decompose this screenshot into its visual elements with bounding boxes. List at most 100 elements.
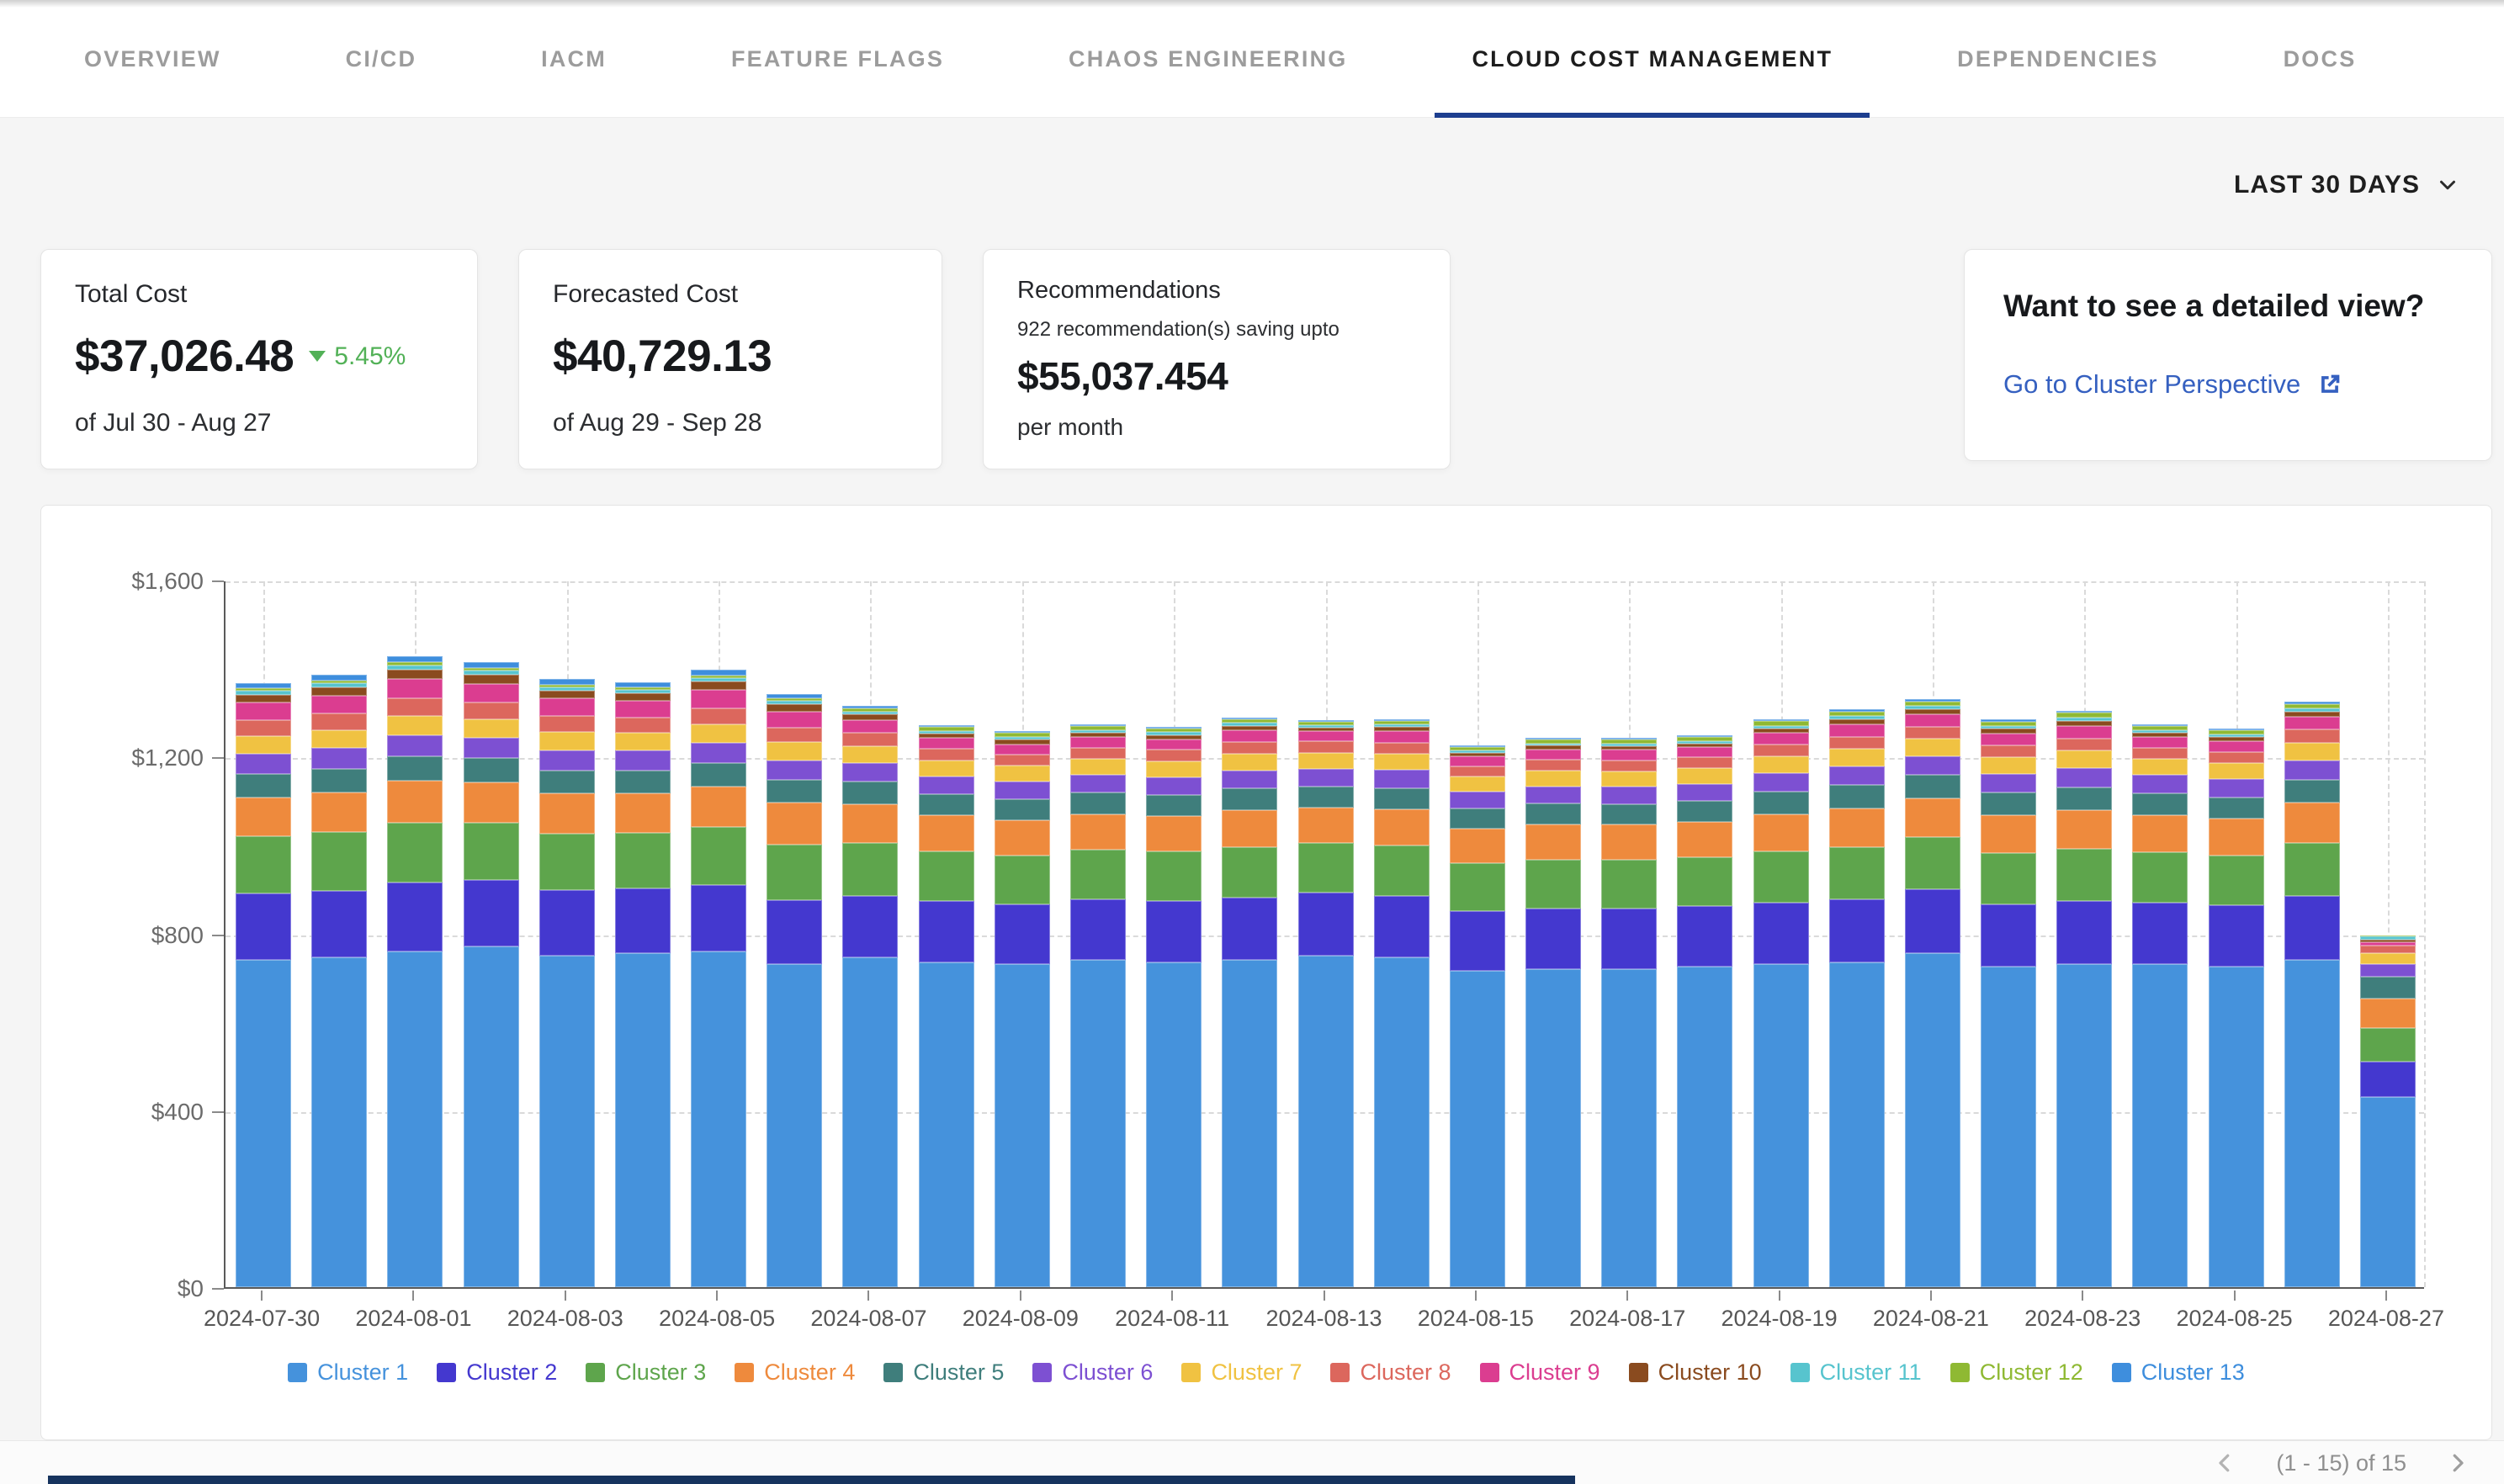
bar-segment-cluster-3 (1222, 847, 1277, 898)
legend-item-cluster-9[interactable]: Cluster 9 (1480, 1359, 1600, 1386)
legend-swatch (1032, 1363, 1052, 1382)
bar-segment-cluster-6 (311, 748, 367, 769)
x-axis-tick (716, 1291, 718, 1301)
bar-2024-08-02[interactable] (464, 662, 519, 1287)
time-range-dropdown[interactable]: LAST 30 DAYS (2234, 165, 2460, 205)
cluster-perspective-link[interactable]: Go to Cluster Perspective (2003, 369, 2453, 400)
legend-label: Cluster 7 (1211, 1359, 1302, 1386)
bar-segment-cluster-2 (236, 893, 291, 960)
bar-2024-08-26[interactable] (2284, 702, 2340, 1287)
bar-2024-08-12[interactable] (1222, 718, 1277, 1287)
bar-2024-08-11[interactable] (1146, 727, 1202, 1287)
bar-2024-08-20[interactable] (1829, 709, 1885, 1287)
bar-segment-cluster-2 (387, 882, 443, 951)
bar-segment-cluster-4 (1450, 829, 1505, 863)
bar-segment-cluster-4 (842, 804, 898, 843)
bar-2024-08-06[interactable] (767, 694, 822, 1287)
bar-segment-cluster-4 (464, 782, 519, 823)
bar-segment-cluster-4 (236, 798, 291, 836)
legend-swatch (735, 1363, 754, 1382)
tab-dependencies[interactable]: DEPENDENCIES (1920, 0, 2195, 118)
legend-item-cluster-4[interactable]: Cluster 4 (735, 1359, 855, 1386)
bar-segment-cluster-5 (1222, 788, 1277, 810)
bar-segment-cluster-4 (2056, 810, 2112, 849)
bar-2024-08-13[interactable] (1298, 720, 1354, 1287)
total-cost-period: of Jul 30 - Aug 27 (75, 409, 443, 437)
bar-segment-cluster-10 (387, 670, 443, 680)
legend-item-cluster-10[interactable]: Cluster 10 (1629, 1359, 1762, 1386)
legend-item-cluster-5[interactable]: Cluster 5 (883, 1359, 1004, 1386)
bar-2024-08-14[interactable] (1374, 719, 1430, 1287)
bar-2024-08-19[interactable] (1753, 719, 1809, 1287)
bar-segment-cluster-6 (1905, 756, 1960, 776)
bar-segment-cluster-3 (767, 845, 822, 900)
bar-segment-cluster-10 (767, 704, 822, 711)
pagination-prev-button[interactable] (2212, 1450, 2237, 1476)
bar-2024-08-10[interactable] (1070, 724, 1126, 1287)
legend-item-cluster-12[interactable]: Cluster 12 (1950, 1359, 2083, 1386)
bar-segment-cluster-8 (615, 718, 671, 733)
tab-overview[interactable]: OVERVIEW (47, 0, 258, 118)
bar-2024-08-08[interactable] (919, 725, 974, 1287)
x-axis-tick (2234, 1291, 2236, 1301)
legend-item-cluster-3[interactable]: Cluster 3 (586, 1359, 706, 1386)
bar-2024-08-22[interactable] (1981, 719, 2036, 1287)
bar-2024-08-27[interactable] (2360, 935, 2416, 1287)
total-cost-title: Total Cost (75, 280, 443, 309)
bar-segment-cluster-8 (919, 749, 974, 761)
tab-chaos-engineering[interactable]: CHAOS ENGINEERING (1032, 0, 1384, 118)
bar-segment-cluster-1 (1374, 957, 1430, 1287)
bar-2024-08-01[interactable] (387, 656, 443, 1288)
legend-item-cluster-7[interactable]: Cluster 7 (1181, 1359, 1302, 1386)
bar-segment-cluster-5 (236, 774, 291, 797)
bar-segment-cluster-3 (464, 823, 519, 880)
tab-docs[interactable]: DOCS (2247, 0, 2394, 118)
top-nav: OVERVIEW CI/CD IACM FEATURE FLAGS CHAOS ENGI… (0, 0, 2504, 118)
legend-item-cluster-13[interactable]: Cluster 13 (2112, 1359, 2245, 1386)
bar-segment-cluster-5 (464, 758, 519, 782)
total-cost-card: Total Cost $37,026.48 5.45% of Jul 30 - … (40, 249, 478, 469)
detail-view-card: Want to see a detailed view? Go to Clust… (1964, 249, 2492, 461)
x-axis-label: 2024-08-13 (1244, 1306, 1404, 1332)
bar-2024-08-23[interactable] (2056, 711, 2112, 1287)
bar-2024-08-09[interactable] (995, 731, 1050, 1287)
bar-segment-cluster-1 (1070, 960, 1126, 1287)
bar-2024-08-17[interactable] (1601, 738, 1657, 1287)
legend-item-cluster-11[interactable]: Cluster 11 (1790, 1359, 1922, 1386)
bar-2024-08-21[interactable] (1905, 699, 1960, 1287)
legend-item-cluster-1[interactable]: Cluster 1 (288, 1359, 408, 1386)
x-axis-tick (1626, 1291, 1628, 1301)
bar-segment-cluster-6 (1829, 766, 1885, 786)
bottom-scrollbar-thumb[interactable] (48, 1476, 1575, 1484)
legend-item-cluster-2[interactable]: Cluster 2 (437, 1359, 557, 1386)
tab-feature-flags[interactable]: FEATURE FLAGS (694, 0, 981, 118)
bar-segment-cluster-5 (1298, 787, 1354, 808)
bar-segment-cluster-6 (1298, 769, 1354, 787)
bar-2024-08-04[interactable] (615, 682, 671, 1287)
bar-2024-08-07[interactable] (842, 706, 898, 1287)
bar-2024-07-30[interactable] (236, 683, 291, 1287)
tab-cloud-cost-management[interactable]: CLOUD COST MANAGEMENT (1435, 0, 1870, 118)
bar-2024-08-15[interactable] (1450, 745, 1505, 1287)
bar-segment-cluster-1 (1450, 971, 1505, 1287)
bar-2024-07-31[interactable] (311, 675, 367, 1287)
bar-2024-08-05[interactable] (691, 670, 746, 1287)
legend-item-cluster-6[interactable]: Cluster 6 (1032, 1359, 1153, 1386)
bar-segment-cluster-9 (1525, 750, 1581, 760)
bar-segment-cluster-5 (995, 799, 1050, 820)
bar-2024-08-03[interactable] (539, 679, 595, 1287)
tab-ci-cd[interactable]: CI/CD (309, 0, 454, 118)
bar-segment-cluster-7 (1298, 753, 1354, 769)
tab-iacm[interactable]: IACM (504, 0, 644, 118)
bar-2024-08-18[interactable] (1677, 735, 1732, 1287)
legend-item-cluster-8[interactable]: Cluster 8 (1330, 1359, 1451, 1386)
bar-segment-cluster-2 (919, 901, 974, 962)
bar-segment-cluster-13 (387, 656, 443, 662)
bar-segment-cluster-1 (311, 957, 367, 1287)
bar-2024-08-25[interactable] (2209, 729, 2264, 1287)
bar-segment-cluster-4 (1905, 798, 1960, 837)
bar-2024-08-24[interactable] (2132, 724, 2188, 1287)
pagination-next-button[interactable] (2445, 1450, 2470, 1476)
bar-segment-cluster-4 (2360, 999, 2416, 1028)
bar-2024-08-16[interactable] (1525, 738, 1581, 1287)
